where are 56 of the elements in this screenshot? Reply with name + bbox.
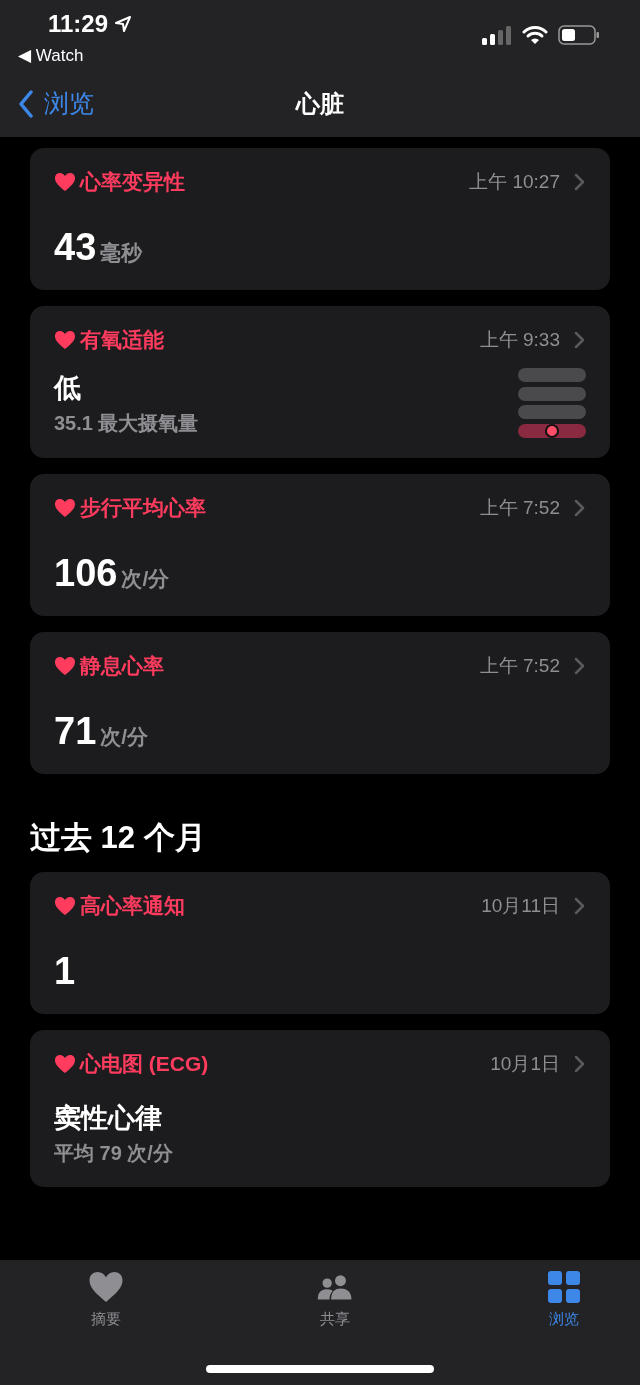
card-time: 10月1日 (490, 1052, 560, 1076)
value-text: 1 (54, 950, 76, 993)
tab-item[interactable]: 浏览 (546, 1260, 582, 1335)
wifi-icon (522, 25, 548, 45)
heart-icon (54, 172, 76, 192)
metric-card[interactable]: 心率变异性 上午 10:27 43 毫秒 (30, 148, 610, 290)
back-button[interactable]: 浏览 (18, 87, 94, 120)
heart-icon (54, 330, 76, 350)
chevron-icon (574, 173, 586, 191)
detail-text: 35.1 最大摄氧量 (54, 410, 199, 436)
tab-item[interactable]: 摘要 (88, 1260, 124, 1335)
card-title: 步行平均心率 (80, 495, 206, 521)
heart-icon (54, 1054, 76, 1074)
card-title: 心率变异性 (80, 169, 185, 195)
card-time: 上午 7:52 (479, 496, 560, 520)
card-time: 10月11日 (481, 894, 560, 918)
card-title: 静息心率 (80, 653, 164, 679)
back-to-app-link[interactable]: ◀ Watch (18, 45, 84, 66)
metric-card[interactable]: 静息心率 上午 7:52 71次/分 (30, 632, 610, 774)
card-title: 有氧适能 (80, 327, 164, 353)
card-time: 上午 10:27 (469, 170, 560, 194)
heart-icon (88, 1270, 124, 1304)
metric-card[interactable]: 步行平均心率 上午 7:52 106 次/分 (30, 474, 610, 616)
chevron-icon (574, 657, 586, 675)
heart-icon (54, 498, 76, 518)
heart-icon (54, 656, 76, 676)
value-text: 106 (54, 552, 118, 595)
card-time: 上午 9:33 (479, 328, 560, 352)
value-text: 低 (54, 371, 82, 405)
chevron-icon (574, 1055, 586, 1073)
chevron-left-icon (18, 89, 34, 118)
signal-icon (482, 25, 512, 45)
unit-text: 毫秒 (100, 240, 143, 266)
value-text: 71 (54, 710, 97, 753)
metric-card[interactable]: 高心率通知 10月11日 1 (30, 872, 610, 1014)
tab-item[interactable]: 共享 (317, 1260, 353, 1335)
chevron-icon (574, 897, 586, 915)
card-title: 高心率通知 (80, 893, 185, 919)
card-time: 上午 7:52 (479, 654, 560, 678)
heart-icon (54, 896, 76, 916)
grid-icon (546, 1270, 582, 1304)
page-title: 心脏 (296, 88, 344, 119)
clock-time: 11:29 (48, 10, 109, 38)
unit-text: 次/分 (100, 724, 149, 750)
metric-card[interactable]: 有氧适能 上午 9:33 低 35.1 最大摄氧量 (30, 306, 610, 458)
chevron-icon (574, 499, 586, 517)
location-arrow-icon (114, 15, 133, 33)
value-text: 43 (54, 226, 97, 269)
battery-icon (558, 24, 600, 46)
metric-card[interactable]: 心电图 (ECG) 10月1日 窦性心律 平均 79 次/分 (30, 1030, 610, 1187)
detail-text: 平均 79 次/分 (54, 1141, 174, 1166)
card-title: 心电图 (ECG) (80, 1051, 209, 1077)
section-heading: 过去 12 个月 (30, 820, 207, 856)
chevron-icon (574, 331, 586, 349)
unit-text: 次/分 (121, 566, 170, 592)
value-text: 窦性心律 (54, 1102, 163, 1135)
